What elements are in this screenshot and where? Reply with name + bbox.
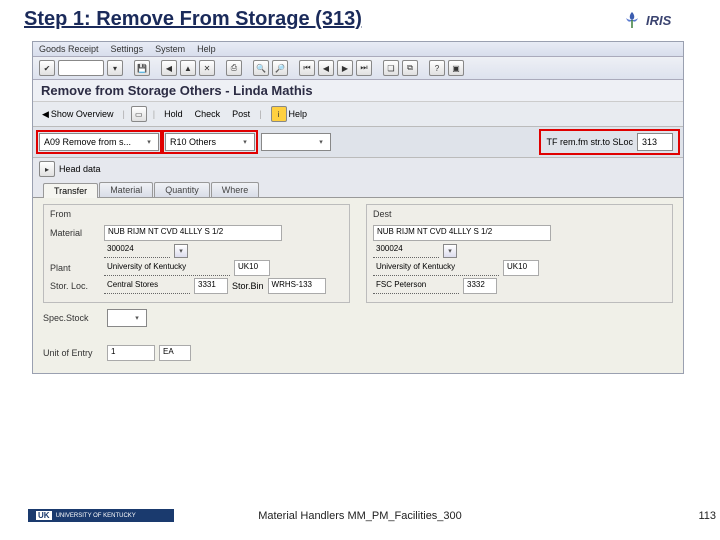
back-icon[interactable]: ◀ bbox=[161, 60, 177, 76]
exit-icon[interactable]: ▲ bbox=[180, 60, 196, 76]
tab-where[interactable]: Where bbox=[211, 182, 260, 197]
material-label: Material bbox=[50, 228, 100, 238]
unit-entry-qty[interactable]: 1 bbox=[107, 345, 155, 361]
from-plant-code[interactable]: UK10 bbox=[234, 260, 270, 276]
tab-quantity[interactable]: Quantity bbox=[154, 182, 210, 197]
from-material-desc[interactable]: NUB RIJM NT CVD 4LLLY S 1/2 bbox=[104, 225, 282, 241]
reference-dropdown[interactable]: R10 Others ▾ bbox=[165, 133, 255, 151]
post-button[interactable]: Post bbox=[229, 108, 253, 120]
command-field[interactable] bbox=[58, 60, 104, 76]
iris-logo-text: IRIS bbox=[646, 13, 671, 28]
from-storloc-code[interactable]: 3331 bbox=[194, 278, 228, 294]
menu-help[interactable]: Help bbox=[197, 44, 216, 54]
tab-transfer[interactable]: Transfer bbox=[43, 183, 98, 198]
chevron-down-icon: ▾ bbox=[144, 138, 154, 146]
dest-material-code[interactable]: 300024 bbox=[373, 243, 439, 258]
info-icon: i bbox=[271, 106, 287, 122]
sap-window: Goods Receipt Settings System Help ✔ ▾ 💾… bbox=[32, 41, 684, 374]
dest-storloc-desc[interactable]: FSC Peterson bbox=[373, 279, 459, 294]
head-data-toggle[interactable]: ▸ Head data bbox=[33, 158, 683, 180]
item-tabstrip: Transfer Material Quantity Where bbox=[33, 180, 683, 198]
menu-settings[interactable]: Settings bbox=[111, 44, 144, 54]
from-plant-desc[interactable]: University of Kentucky bbox=[104, 261, 230, 276]
find-icon[interactable]: 🔍 bbox=[253, 60, 269, 76]
caret-down-icon[interactable]: ▾ bbox=[107, 60, 123, 76]
context-help-button[interactable]: i Help bbox=[268, 105, 311, 123]
menu-bar: Goods Receipt Settings System Help bbox=[33, 42, 683, 57]
print-icon[interactable]: ⎙ bbox=[226, 60, 242, 76]
first-page-icon[interactable]: ⏮ bbox=[299, 60, 315, 76]
iris-logo: IRIS bbox=[622, 6, 702, 34]
unit-entry-label: Unit of Entry bbox=[43, 348, 103, 358]
help-icon[interactable]: ? bbox=[429, 60, 445, 76]
check-button[interactable]: Check bbox=[192, 108, 224, 120]
next-page-icon[interactable]: ▶ bbox=[337, 60, 353, 76]
from-material-code[interactable]: 300024 bbox=[104, 243, 170, 258]
dest-plant-code[interactable]: UK10 bbox=[503, 260, 539, 276]
transfer-form: From Material NUB RIJM NT CVD 4LLLY S 1/… bbox=[33, 198, 683, 373]
chevron-down-icon: ▾ bbox=[316, 138, 326, 146]
collapse-icon: ◀ bbox=[42, 109, 49, 120]
menu-system[interactable]: System bbox=[155, 44, 185, 54]
page-number: 113 bbox=[698, 510, 716, 522]
show-overview-label: Show Overview bbox=[51, 109, 114, 119]
last-page-icon[interactable]: ⏭ bbox=[356, 60, 372, 76]
chevron-down-icon: ▾ bbox=[132, 314, 142, 322]
find-next-icon[interactable]: 🔎 bbox=[272, 60, 288, 76]
from-storbin[interactable]: WRHS-133 bbox=[268, 278, 326, 294]
dest-storloc-code[interactable]: 3332 bbox=[463, 278, 497, 294]
from-storloc-desc[interactable]: Central Stores bbox=[104, 279, 190, 294]
help-label: Help bbox=[289, 109, 308, 119]
search-help-icon[interactable]: ▾ bbox=[443, 244, 457, 258]
movement-type-field[interactable]: 313 bbox=[637, 133, 673, 151]
show-overview-button[interactable]: ◀ Show Overview bbox=[39, 108, 116, 121]
dest-material-desc[interactable]: NUB RIJM NT CVD 4LLLY S 1/2 bbox=[373, 225, 551, 241]
slide-title: Step 1: Remove From Storage (313) bbox=[0, 0, 720, 33]
menu-goods-receipt[interactable]: Goods Receipt bbox=[39, 44, 99, 54]
selector-row: A09 Remove from s... ▾ R10 Others ▾ ▾ TF… bbox=[33, 127, 683, 158]
spec-stock-dropdown[interactable]: ▾ bbox=[107, 309, 147, 327]
dest-title: Dest bbox=[373, 207, 666, 223]
unit-entry-uom[interactable]: EA bbox=[159, 345, 191, 361]
shortcut-icon[interactable]: ⧉ bbox=[402, 60, 418, 76]
storloc-label: Stor. Loc. bbox=[50, 281, 100, 291]
from-title: From bbox=[50, 207, 343, 223]
extra-dropdown[interactable]: ▾ bbox=[261, 133, 331, 151]
standard-toolbar: ✔ ▾ 💾 ◀ ▲ ✕ ⎙ 🔍 🔎 ⏮ ◀ ▶ ⏭ ❏ ⧉ ? ▣ bbox=[33, 57, 683, 80]
reference-value: R10 Others bbox=[170, 137, 216, 147]
app-toolbar: ◀ Show Overview | ▭ | Hold Check Post | … bbox=[33, 102, 683, 127]
prev-page-icon[interactable]: ◀ bbox=[318, 60, 334, 76]
spec-stock-label: Spec.Stock bbox=[43, 313, 103, 323]
from-panel: From Material NUB RIJM NT CVD 4LLLY S 1/… bbox=[43, 204, 350, 303]
hold-button[interactable]: Hold bbox=[161, 108, 186, 120]
storbin-label: Stor.Bin bbox=[232, 281, 264, 291]
plant-label: Plant bbox=[50, 263, 100, 273]
iris-flower-icon bbox=[622, 10, 642, 30]
movement-type-label: TF rem.fm str.to SLoc bbox=[546, 137, 633, 147]
footer-center: Material Handlers MM_PM_Facilities_300 bbox=[0, 510, 720, 522]
head-data-label: Head data bbox=[59, 164, 101, 174]
layout-icon[interactable]: ▣ bbox=[448, 60, 464, 76]
tab-material[interactable]: Material bbox=[99, 182, 153, 197]
expand-icon: ▸ bbox=[39, 161, 55, 177]
dest-plant-desc[interactable]: University of Kentucky bbox=[373, 261, 499, 276]
dest-panel: Dest NUB RIJM NT CVD 4LLLY S 1/2 300024 … bbox=[366, 204, 673, 303]
new-session-icon[interactable]: ❏ bbox=[383, 60, 399, 76]
cancel-icon[interactable]: ✕ bbox=[199, 60, 215, 76]
search-help-icon[interactable]: ▾ bbox=[174, 244, 188, 258]
screen-title: Remove from Storage Others - Linda Mathi… bbox=[33, 80, 683, 102]
action-dropdown[interactable]: A09 Remove from s... ▾ bbox=[39, 133, 159, 151]
chevron-down-icon: ▾ bbox=[240, 138, 250, 146]
doc-icon[interactable]: ▭ bbox=[131, 106, 147, 122]
save-icon[interactable]: 💾 bbox=[134, 60, 150, 76]
action-value: A09 Remove from s... bbox=[44, 137, 131, 147]
enter-icon[interactable]: ✔ bbox=[39, 60, 55, 76]
